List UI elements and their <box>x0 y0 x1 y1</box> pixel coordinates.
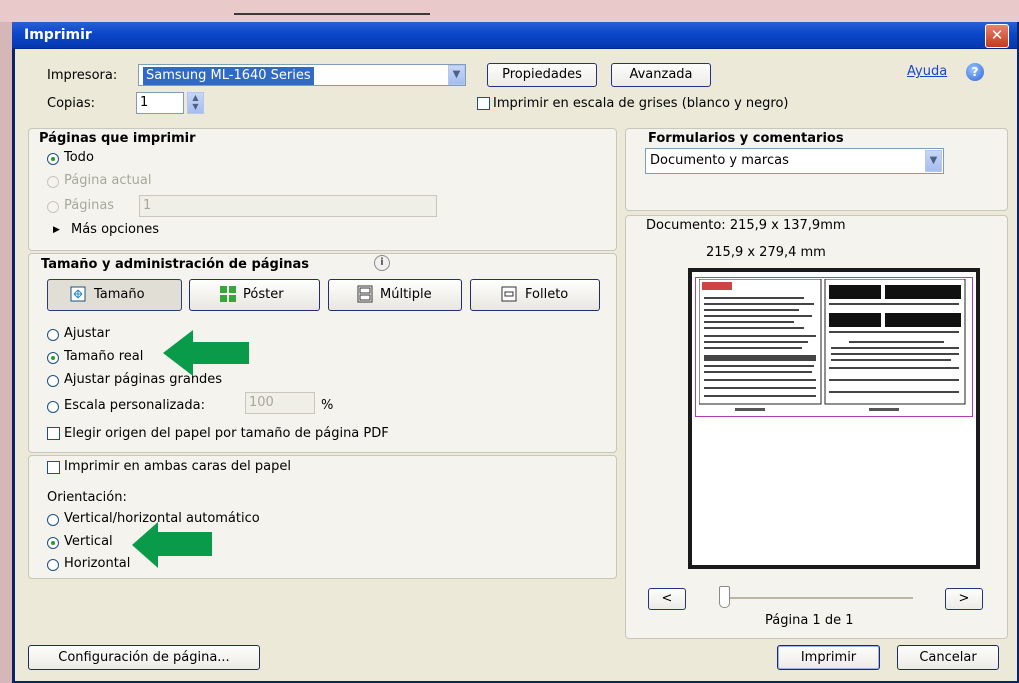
custom-scale-input[interactable]: 100 <box>245 392 315 414</box>
radio-landscape-label: Horizontal <box>64 556 131 571</box>
radio-auto-orientation[interactable] <box>47 514 59 526</box>
cancel-button[interactable]: Cancelar <box>897 645 999 670</box>
tab-size[interactable]: Tamaño <box>47 279 182 311</box>
tab-booklet[interactable]: Folleto <box>470 279 600 311</box>
size-tab-icon <box>70 286 86 302</box>
radio-portrait-label: Vertical <box>64 534 113 549</box>
tab-multiple-label: Múltiple <box>380 287 432 302</box>
radio-pages-label: Páginas <box>64 198 115 213</box>
tab-poster[interactable]: Póster <box>189 279 320 311</box>
duplex-checkbox[interactable] <box>47 461 60 474</box>
printer-selected-value: Samsung ML-1640 Series <box>143 67 314 85</box>
desktop-background <box>0 0 1019 22</box>
help-link[interactable]: Ayuda <box>907 64 947 79</box>
properties-button[interactable]: Propiedades <box>487 63 597 87</box>
duplex-label: Imprimir en ambas caras del papel <box>64 459 291 474</box>
pages-to-print-title: Páginas que imprimir <box>39 131 196 146</box>
next-page-button[interactable]: > <box>945 588 983 610</box>
printer-dropdown-arrow-icon[interactable]: ▼ <box>448 65 465 85</box>
desktop-edge <box>0 22 12 683</box>
document-size: Documento: 215,9 x 137,9mm <box>646 218 846 233</box>
comments-select[interactable]: Documento y marcas <box>645 148 944 174</box>
tab-poster-label: Póster <box>243 287 284 302</box>
info-icon[interactable]: i <box>374 255 390 271</box>
paper-source-checkbox[interactable] <box>47 427 60 440</box>
radio-current-page-label: Página actual <box>64 173 152 188</box>
expand-arrow-icon[interactable]: ▶ <box>53 225 60 235</box>
radio-fit[interactable] <box>47 329 59 341</box>
grayscale-label: Imprimir en escala de grises (blanco y n… <box>493 96 789 111</box>
help-icon[interactable]: ? <box>966 63 984 81</box>
tab-booklet-label: Folleto <box>525 287 569 302</box>
annotation-arrow-icon <box>132 522 212 568</box>
print-button[interactable]: Imprimir <box>777 645 880 670</box>
radio-fit-label: Ajustar <box>64 326 110 341</box>
title-bar[interactable] <box>12 22 1017 49</box>
radio-all-pages[interactable] <box>47 153 59 165</box>
radio-landscape[interactable] <box>47 559 59 571</box>
radio-portrait[interactable] <box>47 537 59 549</box>
page-setup-button[interactable]: Configuración de página... <box>28 645 260 670</box>
radio-shrink-large[interactable] <box>47 375 59 387</box>
radio-custom-scale[interactable] <box>47 401 59 413</box>
orientation-title: Orientación: <box>47 490 127 505</box>
document-thumbnail <box>699 279 966 411</box>
paper-source-label: Elegir origen del papel por tamaño de pá… <box>64 426 389 441</box>
radio-current-page[interactable] <box>47 176 59 188</box>
tab-multiple[interactable]: Múltiple <box>328 279 462 311</box>
page-indicator: Página 1 de 1 <box>765 613 854 628</box>
prev-page-button[interactable]: < <box>648 588 686 610</box>
comments-dropdown-arrow-icon[interactable]: ▼ <box>925 150 942 172</box>
booklet-tab-icon <box>501 286 517 302</box>
page-slider-thumb[interactable] <box>719 586 730 608</box>
copies-spinner-icon[interactable]: ▲ ▼ <box>187 92 204 114</box>
page-sizing-title: Tamaño y administración de páginas <box>41 257 310 272</box>
comments-title: Formularios y comentarios <box>648 131 844 146</box>
close-button[interactable]: ✕ <box>985 24 1009 48</box>
page-slider-track[interactable] <box>723 597 913 599</box>
copies-input[interactable]: 1 <box>136 92 184 114</box>
paper-size: 215,9 x 279,4 mm <box>706 245 826 260</box>
scale-unit: % <box>321 398 334 413</box>
radio-custom-scale-label: Escala personalizada: <box>64 398 205 413</box>
more-options-link[interactable]: Más opciones <box>71 222 159 237</box>
radio-pages[interactable] <box>47 201 59 213</box>
annotation-arrow-icon <box>163 330 249 376</box>
pages-range-input[interactable]: 1 <box>139 195 437 217</box>
advanced-button[interactable]: Avanzada <box>611 63 711 87</box>
printer-select[interactable]: Samsung ML-1640 Series <box>138 64 466 86</box>
desktop-line <box>234 13 430 15</box>
multiple-tab-icon <box>357 285 373 303</box>
grayscale-checkbox[interactable] <box>477 97 490 110</box>
poster-tab-icon <box>220 286 236 302</box>
radio-all-pages-label: Todo <box>64 150 94 165</box>
page-preview <box>692 272 976 565</box>
radio-actual-size[interactable] <box>47 352 59 364</box>
copies-label: Copias: <box>47 96 96 111</box>
radio-actual-size-label: Tamaño real <box>64 349 144 364</box>
window-title: Imprimir <box>24 27 92 43</box>
printer-label: Impresora: <box>47 68 118 83</box>
tab-size-label: Tamaño <box>94 287 145 302</box>
